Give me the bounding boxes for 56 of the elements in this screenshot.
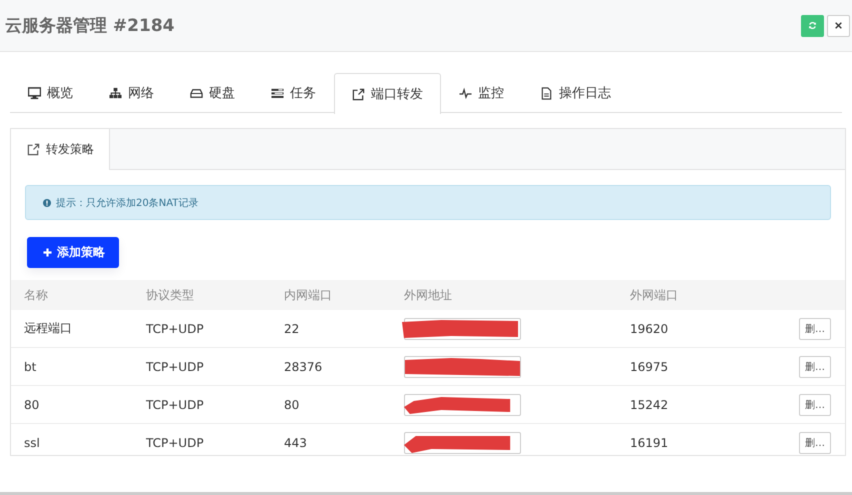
tab[interactable]: 硬盘 [172, 73, 253, 112]
table-cell-text: 80 [284, 398, 300, 412]
window-title: 云服务器管理 #2184 [5, 15, 174, 37]
column-header: 名称 [24, 286, 49, 304]
tab[interactable]: 操作日志 [522, 73, 629, 112]
alert-text: 提示：只允许添加20条NAT记录 [56, 196, 198, 210]
table-cell-text: TCP+UDP [146, 360, 205, 374]
table-cell-text: TCP+UDP [146, 322, 205, 336]
tab-label: 网络 [128, 85, 154, 102]
refresh-icon [808, 21, 817, 30]
tab-label: 操作日志 [559, 85, 611, 102]
column-header: 外网端口 [630, 286, 679, 304]
tab[interactable]: 概览 [10, 73, 91, 112]
tab-label: 监控 [478, 85, 504, 102]
delete-button[interactable]: 删… [799, 356, 831, 378]
close-button[interactable] [827, 14, 850, 36]
table-cell-text: 22 [284, 322, 300, 336]
tab[interactable]: 网络 [91, 73, 172, 112]
table-cell-text: 443 [284, 436, 308, 450]
plus-icon [43, 248, 52, 257]
table-cell-text: TCP+UDP [146, 436, 205, 450]
table-cell-text: 19620 [630, 322, 670, 336]
delete-button[interactable]: 删… [799, 394, 831, 416]
delete-button[interactable]: 删… [799, 318, 831, 340]
sitemap-icon [109, 86, 122, 100]
delete-button[interactable]: 删… [799, 432, 831, 454]
tab-label: 任务 [290, 85, 316, 102]
table-cell-text: ssl [24, 436, 41, 450]
table-cell-text: 远程端口 [24, 320, 73, 337]
external-link-icon [352, 88, 365, 100]
table-cell-text: 16191 [630, 436, 670, 450]
table-cell-text: 28376 [284, 360, 324, 374]
tab[interactable]: 监控 [441, 73, 522, 112]
tab-label: 端口转发 [371, 86, 423, 103]
add-policy-button[interactable]: 添加策略 [27, 237, 119, 268]
column-header: 外网地址 [404, 286, 453, 304]
external-link-icon [27, 143, 40, 156]
table-cell-text: bt [24, 360, 38, 374]
pulse-icon [459, 86, 472, 100]
tasks-icon [271, 86, 284, 100]
info-icon [43, 198, 51, 206]
sub-tab-label: 转发策略 [46, 141, 94, 158]
close-icon [835, 22, 842, 29]
tab-label: 概览 [47, 85, 73, 102]
document-icon [540, 86, 553, 100]
column-header: 协议类型 [146, 286, 195, 304]
sub-tab[interactable]: 转发策略 [11, 129, 110, 170]
tab[interactable]: 端口转发 [334, 73, 441, 114]
monitor-icon [28, 86, 41, 100]
table-cell-text: 80 [24, 398, 40, 412]
table-cell-text: 16975 [630, 360, 670, 374]
column-header: 内网端口 [284, 286, 333, 304]
tab-label: 硬盘 [209, 85, 235, 102]
table-cell-text: TCP+UDP [146, 398, 205, 412]
table-cell-text: 15242 [630, 398, 670, 412]
tab[interactable]: 任务 [253, 73, 334, 112]
